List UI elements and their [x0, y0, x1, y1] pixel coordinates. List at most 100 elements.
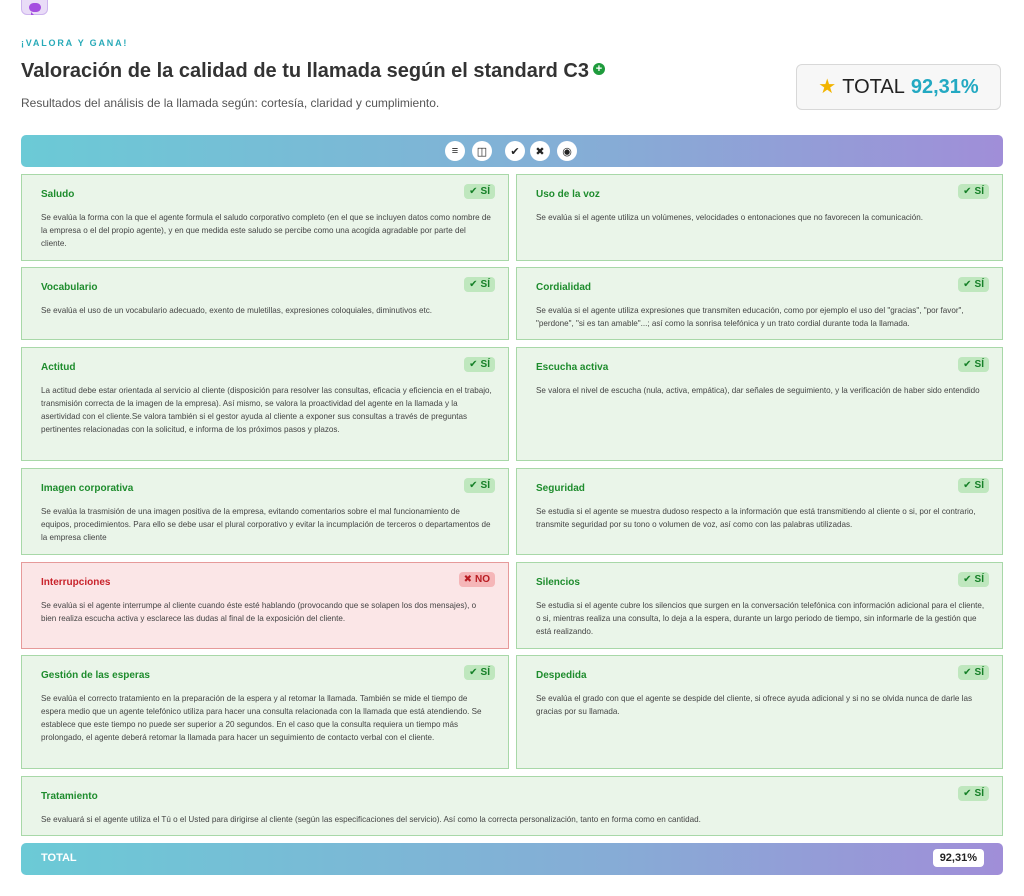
criterion-card: Actitud ✔ SÍ La actitud debe estar orientad…	[21, 347, 509, 461]
check-icon: ✔	[510, 145, 520, 158]
criterion-result-badge: ✔ SÍ	[958, 277, 989, 292]
check-icon: ✔	[963, 186, 972, 197]
toolbar: ≡ ◫ ✔ ✖ ◉	[21, 135, 1003, 167]
criterion-result-badge: ✔ SÍ	[958, 665, 989, 680]
criterion-title: Uso de la voz	[536, 189, 600, 200]
list-icon: ≡	[451, 145, 459, 157]
criterion-description: Se valora el nivel de escucha (nula, act…	[536, 386, 980, 395]
star-icon: ★	[818, 76, 837, 98]
criterion-title: Interrupciones	[41, 577, 111, 588]
criterion-description: Se estudia si el agente cubre los silenc…	[536, 601, 985, 636]
filter-fail-button[interactable]: ✖	[530, 141, 550, 161]
criterion-result-badge: ✔ SÍ	[958, 478, 989, 493]
criterion-result-text: NO	[475, 574, 490, 585]
criterion-result-text: SÍ	[480, 480, 490, 491]
check-icon: ✔	[963, 788, 972, 799]
page-title: Valoración de la calidad de tu llamada s…	[21, 60, 605, 83]
criterion-result-badge: ✔ SÍ	[958, 184, 989, 199]
criterion-result-badge: ✔ SÍ	[464, 357, 495, 372]
columns-icon: ◫	[476, 145, 488, 158]
criterion-card: Vocabulario ✔ SÍ Se evalúa el uso de un voc…	[21, 267, 509, 340]
total-footer-bar: TOTAL 92,31%	[21, 843, 1003, 875]
criterion-description: Se evalúa si el agente utiliza expresion…	[536, 306, 964, 328]
criterion-description: Se evalúa si el agente interrumpe al cli…	[41, 601, 477, 623]
check-icon: ✔	[963, 574, 972, 585]
criterion-card: Escucha activa ✔ SÍ Se valora el nivel de e…	[516, 347, 1003, 461]
criterion-result-badge: ✖ NO	[458, 572, 495, 587]
eye-icon: ◉	[562, 145, 572, 158]
view-details-button[interactable]: ◉	[557, 141, 577, 161]
criterion-title: Despedida	[536, 670, 587, 681]
criterion-title: Actitud	[41, 362, 76, 373]
footer-total-value: 92,31%	[932, 849, 984, 867]
criterion-description: La actitud debe estar orientada al servi…	[41, 386, 492, 434]
criterion-result-text: SÍ	[480, 279, 490, 290]
check-icon: ✔	[963, 667, 972, 678]
criterion-result-text: SÍ	[974, 186, 984, 197]
check-icon: ✔	[469, 667, 478, 678]
criterion-result-badge: ✔ SÍ	[464, 184, 495, 199]
criterion-result-text: SÍ	[974, 667, 984, 678]
criterion-result-badge: ✔ SÍ	[958, 786, 989, 801]
criterion-result-text: SÍ	[974, 359, 984, 370]
total-score-label: TOTAL	[842, 75, 905, 98]
check-icon: ✔	[469, 359, 478, 370]
total-score-card: ★ TOTAL 92,31%	[796, 64, 1001, 110]
check-icon: ✔	[469, 186, 478, 197]
criterion-result-text: SÍ	[974, 574, 984, 585]
criterion-title: Silencios	[536, 577, 580, 588]
chat-bubble-icon	[21, 0, 48, 15]
criterion-card: Uso de la voz ✔ SÍ Se evalúa si el agente u…	[516, 174, 1003, 261]
list-view-button[interactable]: ≡	[445, 141, 465, 161]
criterion-result-text: SÍ	[974, 480, 984, 491]
criterion-card: Saludo ✔ SÍ Se evalúa la forma con la que e…	[21, 174, 509, 261]
criterion-title: Saludo	[41, 189, 75, 200]
criterion-card: Interrupciones ✖ NO Se evalúa si el agente …	[21, 562, 509, 649]
criterion-description: Se evalúa el correcto tratamiento en la …	[41, 694, 482, 742]
criterion-card: Seguridad ✔ SÍ Se estudia si el agente se m…	[516, 468, 1003, 555]
criterion-result-badge: ✔ SÍ	[958, 572, 989, 587]
check-icon: ✔	[469, 480, 478, 491]
page-subtitle: Resultados del análisis de la llamada se…	[21, 96, 440, 110]
eyebrow-label: ¡VALORA Y GANA!	[21, 38, 129, 48]
criterion-card: Cordialidad ✔ SÍ Se evalúa si el agente uti…	[516, 267, 1003, 340]
check-icon: ✔	[963, 359, 972, 370]
criterion-title: Vocabulario	[41, 282, 98, 293]
close-icon: ✖	[535, 145, 545, 158]
filter-pass-button[interactable]: ✔	[505, 141, 525, 161]
criterion-card: Silencios ✔ SÍ Se estudia si el agente cubr…	[516, 562, 1003, 649]
criterion-result-text: SÍ	[480, 359, 490, 370]
footer-total-label: TOTAL	[41, 852, 77, 864]
cross-icon: ✖	[463, 574, 472, 585]
criterion-description: Se estudia si el agente se muestra dudos…	[536, 507, 976, 529]
criterion-description: Se evalúa la forma con la que el agente …	[41, 213, 491, 248]
criterion-card: Despedida ✔ SÍ Se evalúa el grado con que e…	[516, 655, 1003, 769]
column-view-button[interactable]: ◫	[472, 141, 492, 161]
criterion-card: Gestión de las esperas ✔ SÍ Se evalúa el co…	[21, 655, 509, 769]
criterion-result-badge: ✔ SÍ	[464, 277, 495, 292]
criterion-description: Se evaluará si el agente utiliza el Tú o…	[41, 815, 701, 824]
criterion-card: Tratamiento ✔ SÍ Se evaluará si el agente u…	[21, 776, 1003, 836]
total-score-value: 92,31%	[910, 75, 979, 98]
criterion-title: Escucha activa	[536, 362, 609, 373]
criterion-result-text: SÍ	[974, 788, 984, 799]
criterion-description: Se evalúa si el agente utiliza un volúme…	[536, 213, 923, 222]
plus-circle-icon[interactable]: +	[592, 63, 605, 75]
check-icon: ✔	[963, 480, 972, 491]
criterion-result-badge: ✔ SÍ	[464, 478, 495, 493]
criterion-title: Gestión de las esperas	[41, 670, 150, 681]
criterion-title: Imagen corporativa	[41, 483, 134, 494]
criterion-description: Se evalúa el uso de un vocabulario adecu…	[41, 306, 432, 315]
criterion-description: Se evalúa el grado con que el agente se …	[536, 694, 973, 716]
criterion-title: Cordialidad	[536, 282, 592, 293]
criterion-result-text: SÍ	[480, 667, 490, 678]
criterion-title: Seguridad	[536, 483, 585, 494]
criterion-result-badge: ✔ SÍ	[958, 357, 989, 372]
check-icon: ✔	[963, 279, 972, 290]
criterion-result-text: SÍ	[480, 186, 490, 197]
criterion-result-badge: ✔ SÍ	[464, 665, 495, 680]
criterion-card: Imagen corporativa ✔ SÍ Se evalúa la trasmi…	[21, 468, 509, 555]
criterion-description: Se evalúa la trasmisión de una imagen po…	[41, 507, 491, 542]
criterion-result-text: SÍ	[974, 279, 984, 290]
page-title-text: Valoración de la calidad de tu llamada s…	[21, 60, 589, 82]
